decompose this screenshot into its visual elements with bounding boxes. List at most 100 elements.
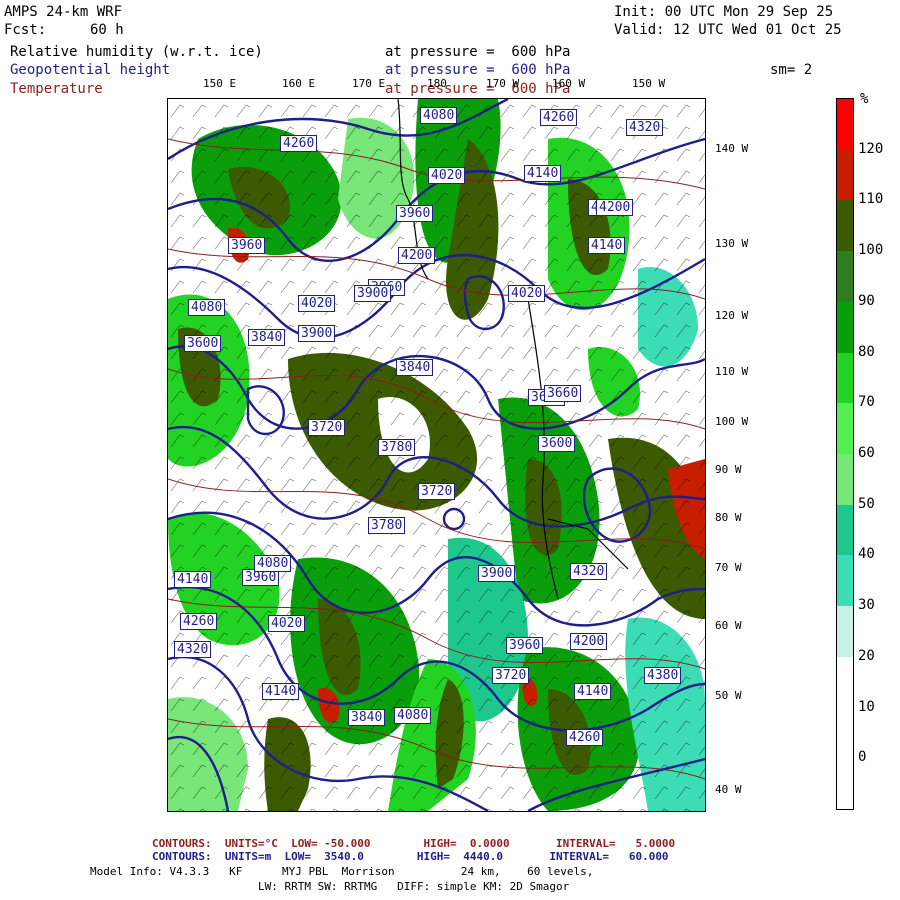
colorbar-tick: 20 xyxy=(858,647,875,664)
lon-label: 170 W xyxy=(486,77,520,90)
colorbar-segment xyxy=(837,707,853,759)
field-rh-level: at pressure = 600 hPa xyxy=(385,44,571,60)
height-label: 4320 xyxy=(626,119,664,136)
field-height-name: Geopotential height xyxy=(10,62,171,78)
colorbar-segment xyxy=(837,352,853,404)
lat-label: 60 W xyxy=(715,619,742,632)
model-title: AMPS 24-km WRF xyxy=(4,4,123,20)
colorbar-tick: 60 xyxy=(858,445,875,461)
lon-label: 180 xyxy=(427,77,447,90)
height-label: 3900 xyxy=(478,565,516,582)
height-label: 4080 xyxy=(394,707,432,724)
lon-label: 170 E xyxy=(352,77,386,90)
height-label: 4080 xyxy=(254,555,292,572)
colorbar-tick: 10 xyxy=(858,698,875,715)
colorbar-segment xyxy=(837,504,853,556)
height-label: 3720 xyxy=(492,667,530,684)
lon-label: 160 W xyxy=(552,77,586,90)
colorbar-tick: 80 xyxy=(858,343,875,360)
height-label: 4200 xyxy=(398,247,436,264)
height-label: 4260 xyxy=(566,729,604,746)
forecast-label: Fcst: xyxy=(4,22,47,38)
height-label: 3720 xyxy=(308,419,346,436)
height-label: 4080 xyxy=(420,107,458,124)
field-temp-name: Temperature xyxy=(10,81,103,97)
field-rh-name: Relative humidity (w.r.t. ice) xyxy=(10,44,263,60)
colorbar-segment xyxy=(837,454,853,506)
colorbar-tick: 70 xyxy=(858,394,875,411)
height-label: 3840 xyxy=(396,359,434,376)
lat-label: 100 W xyxy=(715,415,749,428)
lon-label: 160 E xyxy=(282,77,316,90)
valid-time: Valid: 12 UTC Wed 01 Oct 25 xyxy=(614,22,842,38)
temp-contour-info: CONTOURS: UNITS=°C LOW= -50.000 HIGH= 0.… xyxy=(152,837,676,850)
lat-label: 120 W xyxy=(715,309,749,322)
model-info-line2: LW: RRTM SW: RRTMG DIFF: simple KM: 2D S… xyxy=(258,880,570,893)
colorbar-segment xyxy=(837,656,853,709)
height-contour-info: CONTOURS: UNITS=m LOW= 3540.0 HIGH= 4440… xyxy=(152,850,669,863)
colorbar-segment xyxy=(837,403,853,455)
lat-label: 140 W xyxy=(715,142,749,155)
height-label: 4140 xyxy=(262,683,300,700)
init-time: Init: 00 UTC Mon 29 Sep 25 xyxy=(614,4,834,20)
height-label: 4140 xyxy=(588,237,626,254)
height-label: 4020 xyxy=(268,615,306,632)
height-label: 3960 xyxy=(506,637,544,654)
colorbar-segment xyxy=(837,99,853,151)
colorbar-unit: % xyxy=(860,91,869,107)
height-label: 4200 xyxy=(596,199,634,216)
colorbar-tick: 100 xyxy=(858,242,884,259)
colorbar-tick: 30 xyxy=(858,597,875,614)
lon-label: 150 E xyxy=(203,77,237,90)
colorbar-segment xyxy=(837,758,853,810)
humidity-colorbar xyxy=(836,98,854,810)
height-label: 3960 xyxy=(228,237,266,254)
forecast-hour: 60 h xyxy=(90,22,124,38)
height-label: 4320 xyxy=(570,563,608,580)
colorbar-segment xyxy=(837,251,853,303)
lon-label: 150 W xyxy=(632,77,666,90)
colorbar-tick: 0 xyxy=(858,749,867,766)
height-label: 3720 xyxy=(418,483,456,500)
height-label: 3660 xyxy=(544,385,582,402)
height-label: 4380 xyxy=(644,667,682,684)
model-info-line1: Model Info: V4.3.3 KF MYJ PBL Morrison 2… xyxy=(90,865,594,878)
lat-label: 40 W xyxy=(715,783,742,796)
lat-label: 50 W xyxy=(715,689,742,702)
lat-label: 90 W xyxy=(715,463,742,476)
height-label: 4260 xyxy=(540,109,578,126)
height-label: 4020 xyxy=(508,285,546,302)
forecast-map: 4260 4320 4260 4080 4020 3960 4140 4080 4200 4140… xyxy=(167,98,706,812)
height-label: 4260 xyxy=(280,135,318,152)
lat-label: 70 W xyxy=(715,561,742,574)
colorbar-tick: 40 xyxy=(858,546,875,563)
height-label: 4020 xyxy=(428,167,466,184)
height-label: 4140 xyxy=(524,165,562,182)
smoothing-label: sm= 2 xyxy=(770,62,813,78)
lat-label: 80 W xyxy=(715,511,742,524)
height-label: 3900 xyxy=(298,325,336,342)
height-label: 3840 xyxy=(348,709,386,726)
height-label: 3900 xyxy=(354,285,392,302)
colorbar-segment xyxy=(837,555,853,607)
height-label: 3600 xyxy=(184,335,222,352)
height-label: 3960 xyxy=(396,205,434,222)
height-label: 4140 xyxy=(174,571,212,588)
field-height-level: at pressure = 600 hPa xyxy=(385,62,571,78)
height-label: 4320 xyxy=(174,641,212,658)
height-label: 4020 xyxy=(298,295,336,312)
field-temp-level: at pressure = 600 hPa xyxy=(385,81,571,97)
lat-label: 130 W xyxy=(715,237,749,250)
colorbar-segment xyxy=(837,200,853,252)
colorbar-tick: 110 xyxy=(858,191,884,208)
colorbar-tick: 90 xyxy=(858,292,875,309)
colorbar-tick: 120 xyxy=(858,140,884,157)
height-label: 4080 xyxy=(188,299,226,316)
height-label: 3780 xyxy=(368,517,406,534)
colorbar-segment xyxy=(837,606,853,658)
lat-label: 110 W xyxy=(715,365,749,378)
colorbar-segment xyxy=(837,149,853,201)
height-label: 4200 xyxy=(570,633,608,650)
height-label: 3600 xyxy=(538,435,576,452)
height-label: 4260 xyxy=(180,613,218,630)
